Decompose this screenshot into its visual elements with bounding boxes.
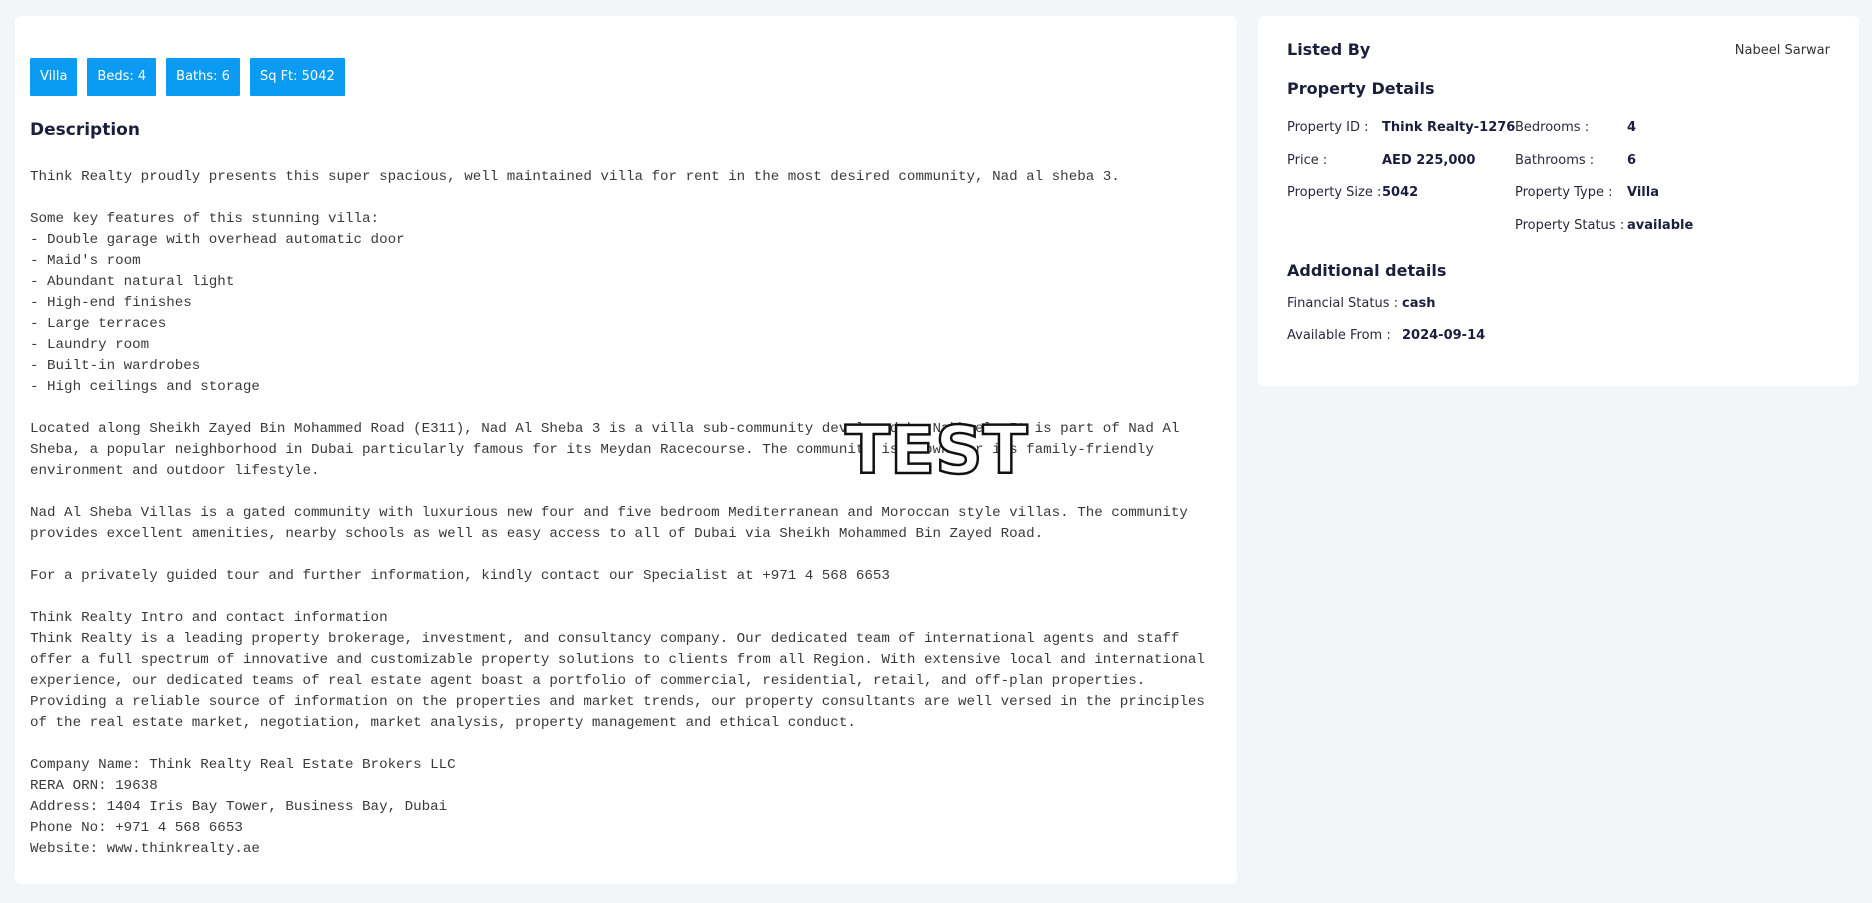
description-line: environment and outdoor lifestyle. (30, 463, 320, 479)
agent-name[interactable]: Nabeel Sarwar (1735, 43, 1830, 58)
property-id-value: Think Realty-1276 (1382, 120, 1516, 135)
tag-baths[interactable]: Baths: 6 (166, 58, 240, 96)
description-line: Nad Al Sheba Villas is a gated community… (30, 505, 1188, 521)
property-tags: Villa Beds: 4 Baths: 6 Sq Ft: 5042 (30, 58, 345, 96)
description-text: Think Realty proudly presents this super… (30, 167, 1225, 860)
property-details-title: Property Details (1287, 79, 1435, 98)
property-type-value: Villa (1627, 185, 1659, 200)
bedrooms-value: 4 (1627, 120, 1637, 135)
available-from-value: 2024-09-14 (1402, 328, 1486, 343)
property-type-label: Property Type : (1515, 185, 1613, 200)
tag-type[interactable]: Villa (30, 58, 78, 96)
page: Villa Beds: 4 Baths: 6 Sq Ft: 5042 Descr… (0, 0, 1872, 903)
description-line: Address: 1404 Iris Bay Tower, Business B… (30, 799, 448, 815)
description-line: - Abundant natural light (30, 274, 235, 290)
financial-status-label: Financial Status : (1287, 296, 1398, 311)
property-status-label: Property Status : (1515, 218, 1625, 233)
description-line: Providing a reliable source of informati… (30, 694, 1205, 710)
available-from-label: Available From : (1287, 328, 1391, 343)
description-line: - High ceilings and storage (30, 379, 260, 395)
description-line: - Built-in wardrobes (30, 358, 201, 374)
property-size-label: Property Size : (1287, 185, 1382, 200)
bedrooms-label: Bedrooms : (1515, 120, 1590, 135)
property-status-value: available (1627, 218, 1694, 233)
description-line: - High-end finishes (30, 295, 192, 311)
description-line: provides excellent amenities, nearby sch… (30, 526, 1044, 542)
description-line: Phone No: +971 4 568 6653 (30, 820, 243, 836)
listed-by-label: Listed By (1287, 40, 1371, 59)
property-size-value: 5042 (1382, 185, 1419, 200)
description-line (30, 398, 1225, 419)
description-line: of the real estate market, negotiation, … (30, 715, 856, 731)
description-line: Company Name: Think Realty Real Estate B… (30, 757, 456, 773)
bathrooms-label: Bathrooms : (1515, 153, 1595, 168)
description-line (30, 482, 1225, 503)
description-line: offer a full spectrum of innovative and … (30, 652, 1205, 668)
description-card: Villa Beds: 4 Baths: 6 Sq Ft: 5042 Descr… (15, 16, 1237, 884)
description-line: - Double garage with overhead automatic … (30, 232, 405, 248)
price-value: AED 225,000 (1382, 153, 1476, 168)
description-line: RERA ORN: 19638 (30, 778, 158, 794)
description-line: Located along Sheikh Zayed Bin Mohammed … (30, 421, 1180, 437)
description-line (30, 734, 1225, 755)
property-id-label: Property ID : (1287, 120, 1369, 135)
description-line: Think Realty is a leading property broke… (30, 631, 1180, 647)
description-line (30, 587, 1225, 608)
tag-beds[interactable]: Beds: 4 (87, 58, 157, 96)
price-label: Price : (1287, 153, 1328, 168)
description-line (30, 545, 1225, 566)
description-line (30, 188, 1225, 209)
description-line: - Laundry room (30, 337, 150, 353)
description-line: - Maid's room (30, 253, 141, 269)
description-line: - Large terraces (30, 316, 167, 332)
description-line: Think Realty Intro and contact informati… (30, 610, 388, 626)
tag-sqft[interactable]: Sq Ft: 5042 (249, 58, 345, 96)
description-line: Some key features of this stunning villa… (30, 211, 380, 227)
additional-details-title: Additional details (1287, 261, 1447, 280)
bathrooms-value: 6 (1627, 153, 1637, 168)
description-heading: Description (30, 120, 140, 140)
details-card: Listed By Nabeel Sarwar Property Details… (1258, 16, 1859, 386)
description-line: experience, our dedicated teams of real … (30, 673, 1146, 689)
description-line: Sheba, a popular neighborhood in Dubai p… (30, 442, 1154, 458)
description-line: For a privately guided tour and further … (30, 568, 890, 584)
financial-status-value: cash (1402, 296, 1436, 311)
description-line: Think Realty proudly presents this super… (30, 169, 1120, 185)
description-line: Website: www.thinkrealty.ae (30, 841, 260, 857)
